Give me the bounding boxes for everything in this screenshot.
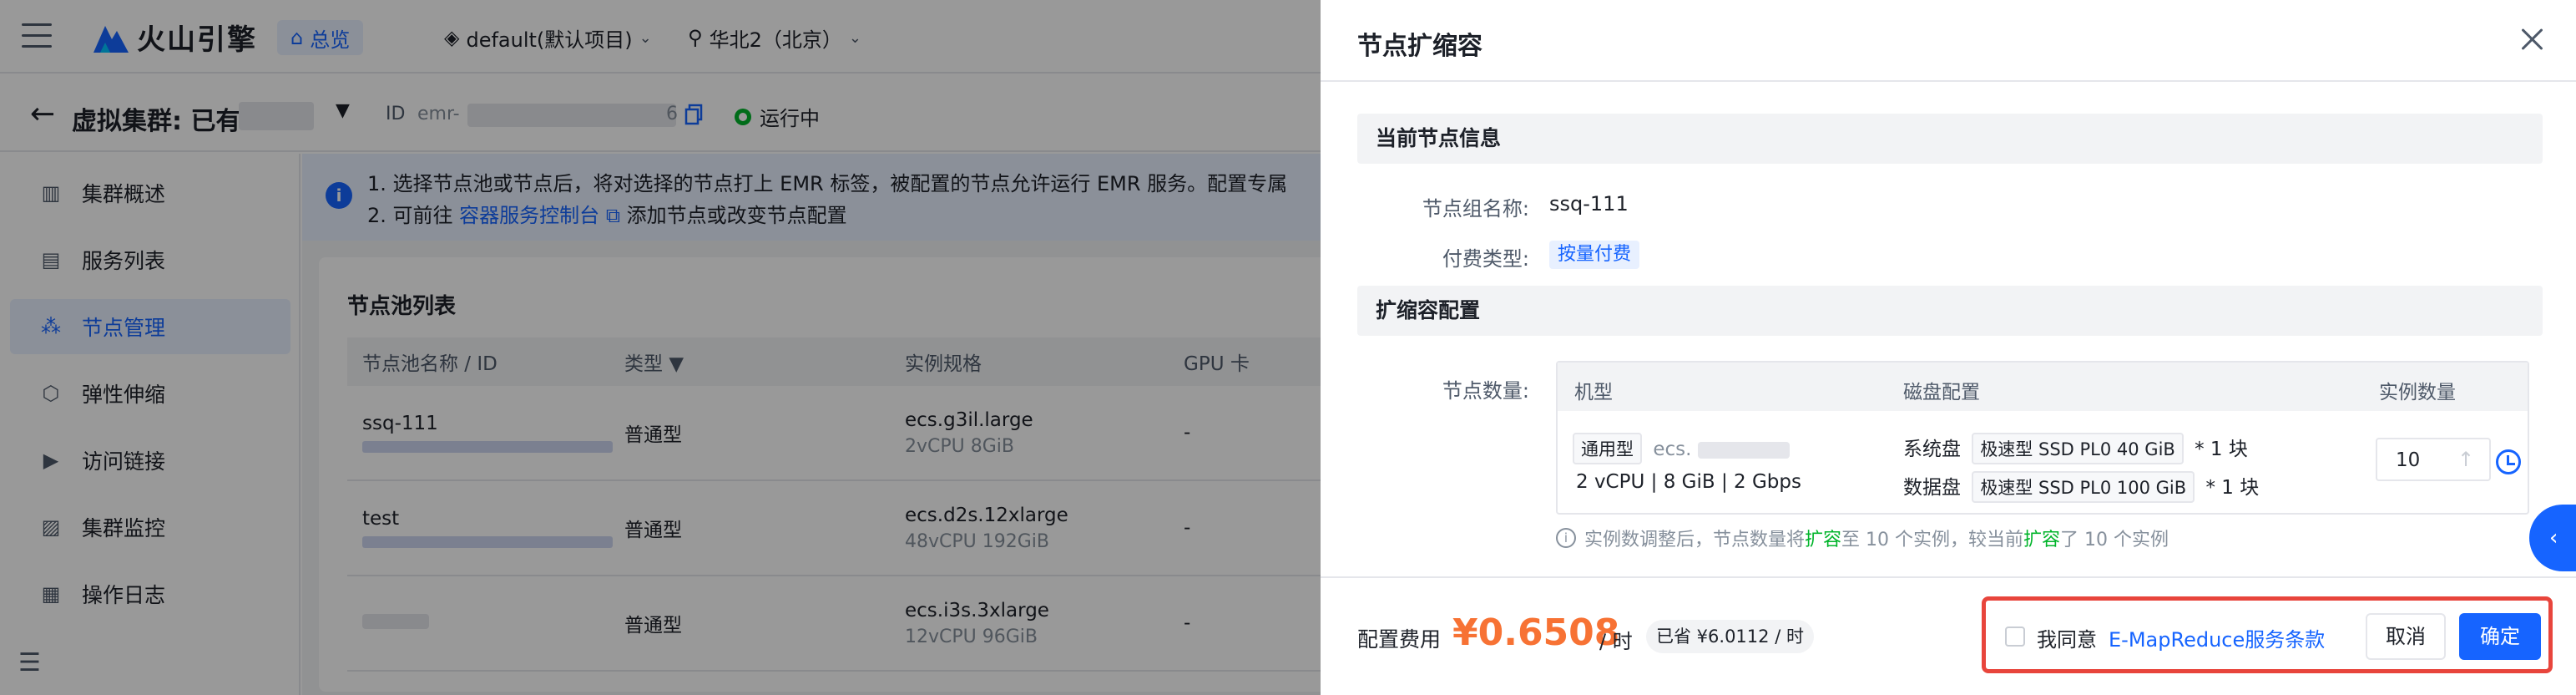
- group-name-value: ssq-111: [1549, 192, 1629, 216]
- data-disk-cell: 数据盘 极速型 SSD PL0 100 GiB * 1 块: [1903, 471, 2259, 503]
- hint-part-d: 扩容: [2023, 530, 2061, 550]
- terms-link[interactable]: E-MapReduce服务条款: [2109, 623, 2325, 652]
- system-disk-count: * 1 块: [2195, 439, 2248, 460]
- drawer-title: 节点扩缩容: [1357, 32, 1482, 61]
- confirm-button[interactable]: 确定: [2459, 613, 2541, 660]
- system-disk-cell: 系统盘 极速型 SSD PL0 40 GiB * 1 块: [1903, 433, 2248, 464]
- saved-badge: 已省 ¥6.0112 / 时: [1646, 620, 1814, 653]
- close-icon[interactable]: [2519, 27, 2544, 52]
- system-disk-label: 系统盘: [1903, 439, 1961, 460]
- agree-checkbox[interactable]: [2005, 627, 2025, 647]
- drawer-header: 节点扩缩容: [1321, 0, 2576, 82]
- column-header-instances: 实例数量: [2379, 382, 2456, 403]
- pay-type-tag: 按量付费: [1549, 241, 1640, 269]
- hint-part-b: 扩容: [1805, 530, 1842, 550]
- hint-part-c: 至 10 个实例，较当前: [1841, 530, 2024, 550]
- cancel-button[interactable]: 取消: [2366, 613, 2446, 660]
- info-icon: i: [1556, 528, 1576, 548]
- data-disk-label: 数据盘: [1903, 477, 1961, 499]
- table-header: 机型 磁盘配置 实例数量: [1558, 363, 2528, 411]
- column-header-disk: 磁盘配置: [1903, 382, 1980, 403]
- redacted-machine-spec: [1697, 441, 1790, 459]
- modal-overlay[interactable]: [0, 0, 1321, 695]
- fee-label: 配置费用: [1357, 627, 1442, 652]
- hint-part-e: 了 10 个实例: [2060, 530, 2169, 550]
- history-icon[interactable]: [2496, 449, 2521, 474]
- machine-type-cell: 通用型 ecs.: [1573, 433, 1790, 464]
- pay-type-label: 付费类型:: [1442, 247, 1529, 271]
- machine-spec: 2 vCPU | 8 GiB | 2 Gbps: [1576, 471, 1801, 493]
- instance-count-value: 10: [2396, 449, 2421, 471]
- current-node-info-section: 当前节点信息: [1357, 114, 2543, 164]
- fee-value: ¥0.6508: [1452, 611, 1620, 654]
- scale-hint: i 实例数调整后，节点数量将扩容至 10 个实例，较当前扩容了 10 个实例: [1556, 525, 2169, 551]
- fee-unit: / 时: [1599, 630, 1633, 653]
- machine-type-tag: 通用型: [1573, 433, 1642, 464]
- increment-arrow-icon[interactable]: ↑: [2457, 448, 2474, 471]
- scale-config-section: 扩缩容配置: [1357, 286, 2543, 336]
- node-count-label: 节点数量:: [1442, 379, 1529, 403]
- data-disk-count: * 1 块: [2205, 477, 2260, 499]
- data-disk-tag: 极速型 SSD PL0 100 GiB: [1972, 471, 2195, 503]
- machine-spec-prefix: ecs.: [1653, 439, 1692, 460]
- hint-part-a: 实例数调整后，节点数量将: [1584, 530, 1806, 550]
- agree-text: 我同意: [2037, 628, 2097, 652]
- group-name-label: 节点组名称:: [1422, 197, 1529, 221]
- instance-count-input[interactable]: 10 ↑: [2376, 438, 2491, 481]
- column-header-machine: 机型: [1574, 382, 1613, 403]
- system-disk-tag: 极速型 SSD PL0 40 GiB: [1972, 433, 2184, 464]
